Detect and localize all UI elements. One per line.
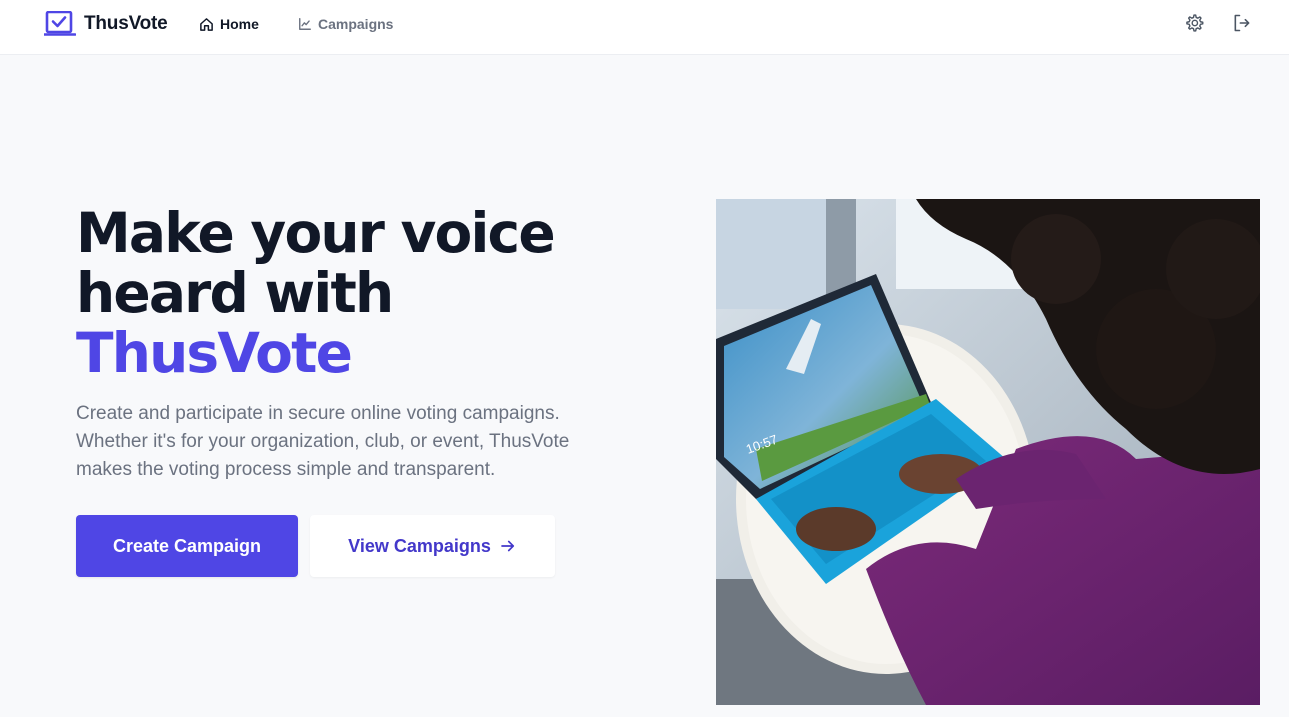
hero-laptop-photo: 10:57 — [716, 199, 1260, 705]
hero-title-line-2: heard with — [76, 261, 394, 325]
brand-logo-link[interactable]: ThusVote — [44, 11, 168, 37]
nav-campaigns-link[interactable]: Campaigns — [298, 16, 393, 32]
hero-description: Create and participate in secure online … — [76, 403, 570, 480]
chart-icon — [299, 18, 311, 30]
arrow-right-icon — [501, 540, 514, 552]
create-campaign-label: Create Campaign — [112, 535, 262, 556]
gear-icon[interactable] — [1184, 13, 1204, 33]
view-campaigns-label: View Campaigns — [348, 535, 491, 556]
brand-name: ThusVote — [84, 13, 168, 34]
hero-title-line-1: Make your voice — [76, 201, 556, 265]
home-icon — [200, 17, 213, 31]
view-campaigns-button[interactable]: View Campaigns — [310, 515, 555, 577]
hero-title-accent: ThusVote — [76, 321, 353, 385]
top-navbar: ThusVote Home Campaigns — [0, 0, 1289, 55]
logout-icon[interactable] — [1232, 13, 1252, 33]
nav-home-label: Home — [220, 16, 259, 32]
ballot-box-icon — [44, 11, 76, 36]
nav-campaigns-label: Campaigns — [318, 16, 394, 32]
nav-home-link[interactable]: Home — [199, 16, 259, 32]
hero-title: Make your voice heard with ThusVote — [76, 203, 676, 383]
create-campaign-button[interactable]: Create Campaign — [76, 515, 298, 577]
